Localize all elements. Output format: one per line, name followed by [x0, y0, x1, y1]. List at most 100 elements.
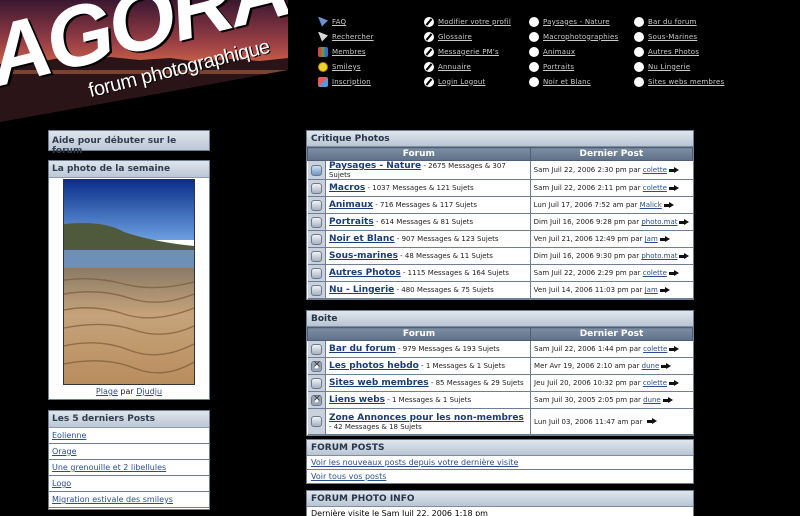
forum-link[interactable]: Portraits	[329, 217, 374, 227]
go-to-post-icon[interactable]	[679, 218, 690, 226]
nav-login[interactable]: Login Logout	[424, 74, 511, 89]
nav-search-link[interactable]: Rechercher	[332, 33, 374, 41]
forum-link[interactable]: Paysages - Nature	[329, 161, 421, 171]
new-posts-link[interactable]: Voir les nouveaux posts depuis votre der…	[311, 458, 518, 467]
go-to-post-icon[interactable]	[668, 269, 679, 277]
nav-bar[interactable]: Bar du forum	[634, 14, 724, 29]
nav-register-link[interactable]: Inscription	[332, 78, 371, 86]
last-post-user[interactable]: photo.mat	[641, 218, 677, 226]
my-posts-link[interactable]: Voir tous vos posts	[311, 472, 386, 481]
latest-post-link[interactable]: Eolienne	[52, 431, 86, 440]
go-to-post-icon[interactable]	[663, 201, 674, 209]
photo-title-link[interactable]: Plage	[96, 387, 118, 396]
nav-noir-blanc-link[interactable]: Noir et Blanc	[543, 78, 591, 86]
forum-link[interactable]: Sites web membres	[329, 378, 429, 388]
site-logo[interactable]: AGORA forum photographique	[0, 0, 288, 122]
nav-sites-link[interactable]: Sites webs membres	[648, 78, 724, 86]
nav-login-link[interactable]: Login Logout	[438, 78, 485, 86]
nav-profile-link[interactable]: Modifier votre profil	[438, 18, 511, 26]
nav-autres-link[interactable]: Autres Photos	[648, 48, 699, 56]
latest-post-link[interactable]: Migration estivale des smileys	[52, 495, 173, 504]
forum-link[interactable]: Bar du forum	[329, 344, 396, 354]
nav-macro-link[interactable]: Macrophotographies	[543, 33, 618, 41]
last-post-user[interactable]: colette	[643, 345, 667, 353]
nav-column-general: FAQ Rechercher Membres Smileys Inscripti…	[318, 14, 374, 89]
nav-sous-marines[interactable]: Sous-Marines	[634, 29, 724, 44]
nav-smileys-link[interactable]: Smileys	[332, 63, 361, 71]
last-post-date: Ven Juil 14, 2006 11:03 pm par	[533, 286, 645, 294]
last-visit-text: Dernière visite le Sam Juil 22, 2006 1:1…	[307, 507, 693, 516]
nav-profile[interactable]: Modifier votre profil	[424, 14, 511, 29]
last-post-user[interactable]: photo.mat	[641, 252, 677, 260]
nav-search[interactable]: Rechercher	[318, 29, 374, 44]
help-title[interactable]: Aide pour débuter sur le forum	[49, 131, 209, 156]
last-post-user[interactable]: colette	[643, 379, 667, 387]
forum-link[interactable]: Zone Annonces pour les non-membres	[329, 413, 524, 423]
nav-sites[interactable]: Sites webs membres	[634, 74, 724, 89]
last-post-user[interactable]: Malick	[640, 201, 662, 209]
nav-noir-blanc[interactable]: Noir et Blanc	[529, 74, 618, 89]
last-post-user[interactable]: colette	[643, 184, 667, 192]
last-post-user[interactable]: Jam	[645, 286, 658, 294]
forum-icon	[310, 267, 322, 279]
nav-nu[interactable]: Nu Lingerie	[634, 59, 724, 74]
latest-post-link[interactable]: Orage	[52, 447, 77, 456]
go-to-post-icon[interactable]	[662, 396, 673, 404]
latest-post-link[interactable]: Logo	[52, 479, 71, 488]
go-to-post-icon[interactable]	[679, 252, 690, 260]
last-post-user[interactable]: dune	[642, 362, 660, 370]
circle-icon	[529, 16, 539, 27]
last-post-user[interactable]: dune	[643, 396, 661, 404]
forum-stats: - 480 Messages & 75 Sujets	[394, 286, 494, 294]
forum-link[interactable]: Noir et Blanc	[329, 234, 395, 244]
nav-directory-link[interactable]: Annuaire	[438, 63, 471, 71]
go-to-post-icon[interactable]	[668, 184, 679, 192]
nav-autres[interactable]: Autres Photos	[634, 44, 724, 59]
nav-bar-link[interactable]: Bar du forum	[648, 18, 697, 26]
nav-messages[interactable]: Messagerie PM's	[424, 44, 511, 59]
forum-link[interactable]: Macros	[329, 183, 365, 193]
nav-faq[interactable]: FAQ	[318, 14, 374, 29]
nav-messages-link[interactable]: Messagerie PM's	[438, 48, 499, 56]
go-to-post-icon[interactable]	[668, 166, 679, 174]
nav-paysages[interactable]: Paysages - Nature	[529, 14, 618, 29]
last-post-user[interactable]: colette	[643, 269, 667, 277]
nav-members-link[interactable]: Membres	[332, 48, 366, 56]
nav-glossary[interactable]: Glossaire	[424, 29, 511, 44]
forum-link[interactable]: Sous-marines	[329, 251, 398, 261]
nav-faq-link[interactable]: FAQ	[332, 18, 346, 26]
photo-of-week-image[interactable]	[63, 179, 195, 385]
nav-members[interactable]: Membres	[318, 44, 374, 59]
go-to-post-icon[interactable]	[646, 418, 657, 425]
boite-title: Boite	[307, 311, 693, 327]
forum-link[interactable]: Autres Photos	[329, 268, 401, 278]
nav-smileys[interactable]: Smileys	[318, 59, 374, 74]
nav-glossary-link[interactable]: Glossaire	[438, 33, 472, 41]
last-post-user[interactable]: Jam	[645, 235, 658, 243]
go-to-post-icon[interactable]	[669, 379, 680, 387]
nav-portraits[interactable]: Portraits	[529, 59, 618, 74]
go-to-post-icon[interactable]	[659, 235, 670, 243]
go-to-post-icon[interactable]	[669, 345, 680, 353]
photo-author-link[interactable]: Djudju	[136, 387, 162, 396]
go-to-post-icon[interactable]	[659, 286, 670, 294]
forum-link[interactable]: Liens webs	[329, 395, 385, 405]
nav-animaux-link[interactable]: Animaux	[543, 48, 575, 56]
nav-animaux[interactable]: Animaux	[529, 44, 618, 59]
forum-link[interactable]: Nu - Lingerie	[329, 285, 394, 295]
help-box[interactable]: Aide pour débuter sur le forum	[48, 130, 210, 156]
nav-directory[interactable]: Annuaire	[424, 59, 511, 74]
latest-post-link[interactable]: Une grenouille et 2 libellules	[52, 463, 166, 472]
forum-link[interactable]: Les photos hebdo	[329, 361, 419, 371]
members-icon	[318, 46, 328, 57]
nav-paysages-link[interactable]: Paysages - Nature	[543, 18, 610, 26]
nav-nu-link[interactable]: Nu Lingerie	[648, 63, 690, 71]
forum-icon	[310, 250, 322, 262]
last-post-user[interactable]: colette	[643, 166, 667, 174]
nav-sous-marines-link[interactable]: Sous-Marines	[648, 33, 697, 41]
nav-macro[interactable]: Macrophotographies	[529, 29, 618, 44]
nav-portraits-link[interactable]: Portraits	[543, 63, 574, 71]
nav-register[interactable]: Inscription	[318, 74, 374, 89]
go-to-post-icon[interactable]	[661, 362, 672, 370]
forum-link[interactable]: Animaux	[329, 200, 373, 210]
